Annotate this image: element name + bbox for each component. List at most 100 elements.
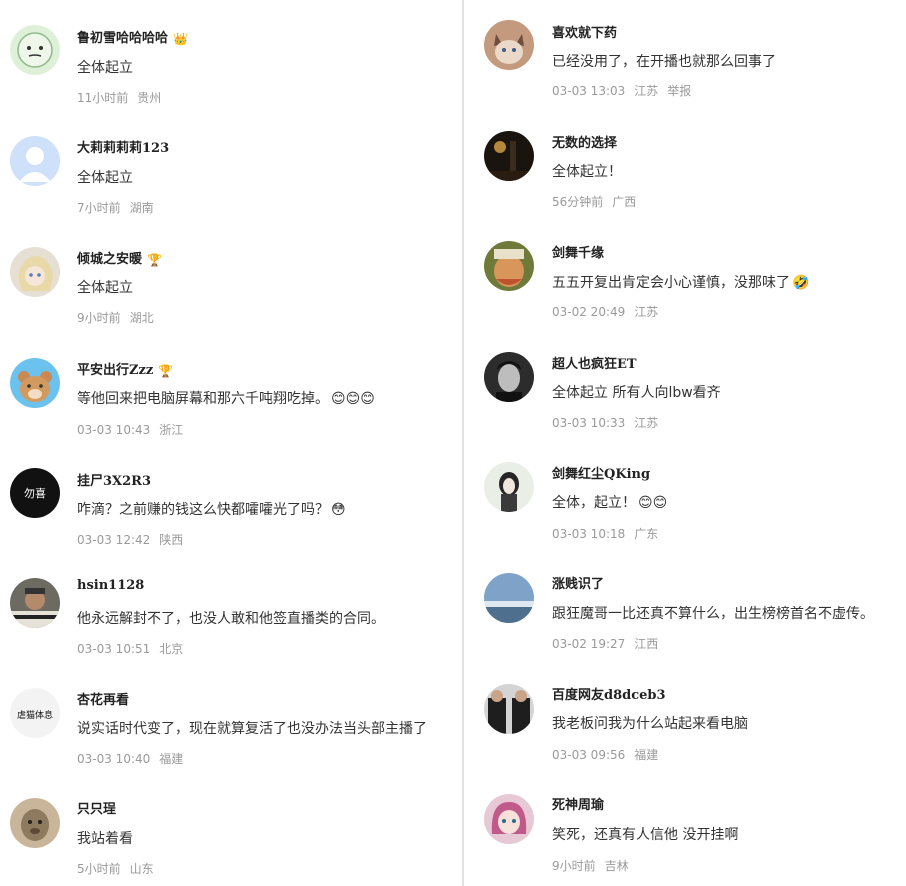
timestamp: 11小时前 <box>77 91 129 105</box>
avatar[interactable]: 虐猫体息 <box>10 688 60 738</box>
location: 福建 <box>159 752 184 766</box>
location: 广东 <box>634 527 659 541</box>
username[interactable]: 超人也疯狂ET <box>552 353 637 372</box>
username[interactable]: 大莉莉莉莉123 <box>77 137 169 156</box>
comment-meta: 03-03 09:56 福建 <box>552 746 658 763</box>
comment-meta: 03-02 20:49 江苏 <box>552 303 658 320</box>
comment-item: 只只珵 我站着看 5小时前 山东 <box>0 770 462 880</box>
location: 湖北 <box>129 311 154 325</box>
timestamp: 03-03 10:18 <box>552 527 626 541</box>
location: 江苏 <box>634 84 659 98</box>
username[interactable]: 倾城之安暖 🏆 <box>77 248 162 267</box>
username[interactable]: 死神周瑜 <box>552 794 604 813</box>
username[interactable]: 剑舞千缘 <box>552 242 604 261</box>
cat-avatar-icon <box>484 20 534 70</box>
comment-meta: 03-03 10:33 江苏 <box>552 414 658 431</box>
avatar[interactable] <box>484 241 534 291</box>
location: 江苏 <box>634 416 659 430</box>
comment-meta: 5小时前 山东 <box>77 860 154 877</box>
comment-text: 我老板问我为什么站起来看电脑 <box>552 716 748 732</box>
location: 吉林 <box>604 859 629 873</box>
comment-item: 剑舞千缘 五五开复出肯定会小心谨慎，没那味了 🤣 03-02 20:49 江苏 <box>464 220 906 330</box>
timestamp: 03-02 19:27 <box>552 637 626 651</box>
location: 广西 <box>612 195 637 209</box>
avatar[interactable] <box>484 462 534 512</box>
comment-text: 他永远解封不了，也没人敢和他签直播类的合同。 <box>77 611 385 627</box>
timestamp: 56分钟前 <box>552 195 604 209</box>
location: 福建 <box>634 748 659 762</box>
comment-item: 百度网友d8dceb3 我老板问我为什么站起来看电脑 03-03 09:56 福建 <box>464 660 906 770</box>
comment-text: 说实话时代变了，现在就算复活了也没办法当头部主播了 <box>77 721 427 737</box>
comment-meta: 11小时前 贵州 <box>77 89 161 106</box>
avatar-image <box>484 684 534 734</box>
avatar[interactable] <box>484 794 534 844</box>
avatar-image <box>484 794 534 844</box>
location: 湖南 <box>129 201 154 215</box>
comment-meta: 9小时前 吉林 <box>552 857 629 874</box>
location: 山东 <box>129 862 154 876</box>
comment-text: 笑死，还真有人信他 没开挂啊 <box>552 827 739 843</box>
avatar-image: 勿喜 <box>10 468 60 518</box>
avatar[interactable] <box>484 131 534 181</box>
timestamp: 03-03 12:42 <box>77 533 151 547</box>
timestamp: 03-03 10:43 <box>77 423 151 437</box>
username[interactable]: hsin1128 <box>77 578 144 593</box>
comment-item: 倾城之安暖 🏆 全体起立 9小时前 湖北 <box>0 220 462 330</box>
avatar-image <box>484 462 534 512</box>
username[interactable]: 剑舞红尘QKing <box>552 463 650 482</box>
comment-text: 等他回来把电脑屏幕和那六千吨翔吃掉。 😊😊😊 <box>77 391 375 407</box>
comment-item: 无数的选择 全体起立！ 56分钟前 广西 <box>464 110 906 220</box>
timestamp: 03-03 13:03 <box>552 84 626 98</box>
avatar[interactable] <box>10 25 60 75</box>
emoji-laughing-icon: 🤣 <box>792 275 810 291</box>
comment-text: 咋滴？之前赚的钱这么快都嚯嚯光了吗？ 😳 <box>77 502 346 518</box>
comment-item: 喜欢就下药 已经没用了，在开播也就那么回事了 03-03 13:03 江苏 举报 <box>464 0 906 110</box>
timestamp: 7小时前 <box>77 201 121 215</box>
avatar[interactable] <box>484 20 534 70</box>
avatar-image <box>10 578 60 628</box>
comment-text: 我站着看 <box>77 831 133 847</box>
username[interactable]: 无数的选择 <box>552 132 617 151</box>
username[interactable]: 百度网友d8dceb3 <box>552 684 666 703</box>
timestamp: 03-03 10:33 <box>552 416 626 430</box>
username[interactable]: 鲁初雪哈哈哈哈 👑 <box>77 27 188 46</box>
username[interactable]: 只只珵 <box>77 798 116 817</box>
username[interactable]: 平安出行Zzz 🏆 <box>77 359 173 378</box>
comment-text: 全体起立！ <box>552 164 622 180</box>
avatar[interactable] <box>484 352 534 402</box>
emoji-smile-icon: 😊😊😊 <box>331 391 375 407</box>
username[interactable]: 挂尸3X2R3 <box>77 470 151 489</box>
avatar-image <box>10 25 60 75</box>
report-link[interactable]: 举报 <box>667 84 691 98</box>
username[interactable]: 喜欢就下药 <box>552 22 617 41</box>
avatar[interactable] <box>10 578 60 628</box>
landscape-avatar-icon <box>484 573 534 623</box>
username[interactable]: 涨贱识了 <box>552 573 604 592</box>
comment-item: 涨贱识了 跟狂魔哥一比还真不算什么，出生榜榜首名不虚传。 03-02 19:27… <box>464 550 906 660</box>
comment-text: 五五开复出肯定会小心谨慎，没那味了 🤣 <box>552 275 810 291</box>
svg-text:勿喜: 勿喜 <box>24 487 46 500</box>
avatar[interactable] <box>10 136 60 186</box>
comment-meta: 56分钟前 广西 <box>552 193 636 210</box>
avatar[interactable] <box>10 247 60 297</box>
comment-item: 大莉莉莉莉123 全体起立 7小时前 湖南 <box>0 110 462 220</box>
comment-meta: 03-03 10:43 浙江 <box>77 421 183 438</box>
comment-meta: 03-02 19:27 江西 <box>552 635 658 652</box>
username[interactable]: 杏花再看 <box>77 689 129 708</box>
location: 陕西 <box>159 533 184 547</box>
location: 北京 <box>159 642 184 656</box>
timestamp: 03-03 10:51 <box>77 642 151 656</box>
avatar-image <box>10 798 60 848</box>
avatar[interactable] <box>10 798 60 848</box>
location: 江西 <box>634 637 659 651</box>
comment-item: 超人也疯狂ET 全体起立 所有人向lbw看齐 03-03 10:33 江苏 <box>464 330 906 440</box>
comment-item: 平安出行Zzz 🏆 等他回来把电脑屏幕和那六千吨翔吃掉。 😊😊😊 03-03 10:… <box>0 330 462 440</box>
avatar[interactable] <box>10 358 60 408</box>
trophy-badge-icon: 🏆 <box>158 363 174 378</box>
avatar[interactable]: 勿喜 <box>10 468 60 518</box>
avatar[interactable] <box>484 684 534 734</box>
comment-meta: 9小时前 湖北 <box>77 309 154 326</box>
avatar[interactable] <box>484 573 534 623</box>
location: 江苏 <box>634 305 659 319</box>
timestamp: 5小时前 <box>77 862 121 876</box>
